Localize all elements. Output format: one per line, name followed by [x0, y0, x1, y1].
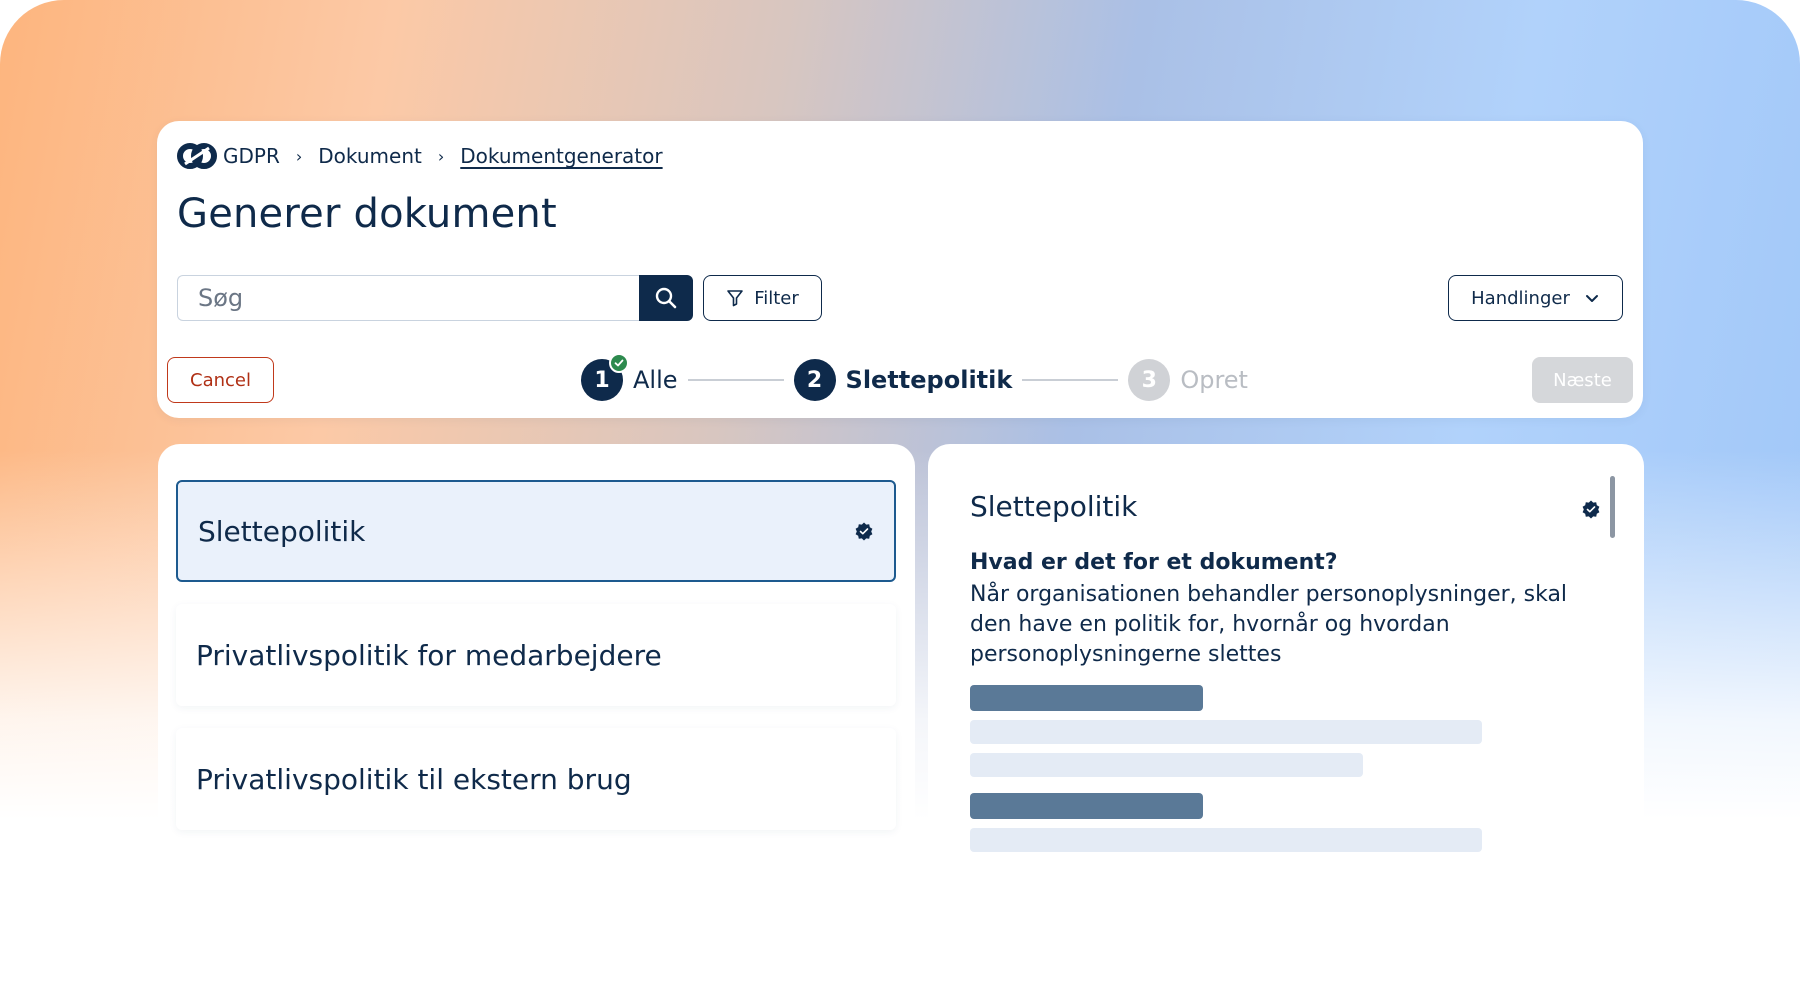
step-number-circle: 2: [793, 359, 836, 401]
breadcrumb: GDPR › Dokument › Dokumentgenerator: [177, 141, 663, 171]
search-icon: [655, 287, 677, 309]
checkmark-icon: [609, 353, 629, 373]
step-label: Opret: [1180, 366, 1248, 394]
actions-label: Handlinger: [1471, 287, 1570, 309]
filter-label: Filter: [754, 287, 799, 309]
skeleton-line: [970, 753, 1363, 777]
document-detail-card: Slettepolitik Hvad er det for et dokumen…: [928, 444, 1644, 874]
document-item-title: Privatlivspolitik for medarbejdere: [196, 638, 662, 672]
step-label: Slettepolitik: [845, 366, 1013, 394]
filter-button[interactable]: Filter: [703, 275, 822, 321]
detail-scrollbar[interactable]: [1610, 476, 1615, 538]
search-button[interactable]: [639, 275, 693, 321]
wizard-stepper: 1 Alle 2 Slettepolitik 3 Opret: [581, 353, 1248, 401]
actions-dropdown-button[interactable]: Handlinger: [1448, 275, 1623, 321]
cancel-button[interactable]: Cancel: [167, 357, 274, 403]
search-bar: [177, 275, 693, 321]
skeleton-line: [970, 720, 1482, 744]
header-card: GDPR › Dokument › Dokumentgenerator Gene…: [157, 121, 1643, 418]
step-number-circle: 3: [1128, 359, 1171, 401]
skeleton-heading: [970, 685, 1203, 711]
gdpr-logo-icon: [177, 142, 217, 170]
document-item-title: Slettepolitik: [198, 514, 366, 548]
search-input[interactable]: [177, 275, 639, 321]
breadcrumb-separator: ›: [295, 146, 303, 166]
step-slettepolitik[interactable]: 2 Slettepolitik: [793, 359, 1013, 401]
detail-question: Hvad er det for et dokument?: [970, 550, 1338, 575]
step-alle[interactable]: 1 Alle: [581, 353, 678, 401]
detail-description: Når organisationen behandler personoplys…: [970, 582, 1568, 667]
document-item-slettepolitik[interactable]: Slettepolitik: [176, 480, 896, 582]
step-connector: [687, 379, 784, 381]
verified-badge-icon: [1582, 500, 1600, 519]
step-connector: [1022, 379, 1119, 381]
skeleton-heading: [970, 793, 1203, 819]
step-opret: 3 Opret: [1128, 359, 1248, 401]
step-number-circle: 1: [581, 353, 629, 401]
page-title: Generer dokument: [177, 191, 557, 237]
next-button[interactable]: Næste: [1532, 357, 1633, 403]
document-list-card: Slettepolitik Privatlivspolitik for meda…: [158, 444, 915, 864]
step-label: Alle: [633, 366, 678, 394]
detail-title: Slettepolitik: [970, 490, 1138, 523]
breadcrumb-item-dokumentgenerator[interactable]: Dokumentgenerator: [460, 144, 662, 168]
skeleton-line: [970, 828, 1482, 852]
document-item-privatlivspolitik-ekstern[interactable]: Privatlivspolitik til ekstern brug: [176, 728, 896, 830]
breadcrumb-root[interactable]: GDPR: [223, 144, 280, 168]
document-item-privatlivspolitik-medarbejdere[interactable]: Privatlivspolitik for medarbejdere: [176, 604, 896, 706]
document-item-title: Privatlivspolitik til ekstern brug: [196, 762, 632, 796]
breadcrumb-item-dokument[interactable]: Dokument: [318, 144, 422, 168]
filter-icon: [727, 290, 744, 307]
breadcrumb-separator: ›: [437, 146, 445, 166]
verified-badge-icon: [855, 522, 873, 541]
chevron-down-icon: [1585, 295, 1598, 302]
